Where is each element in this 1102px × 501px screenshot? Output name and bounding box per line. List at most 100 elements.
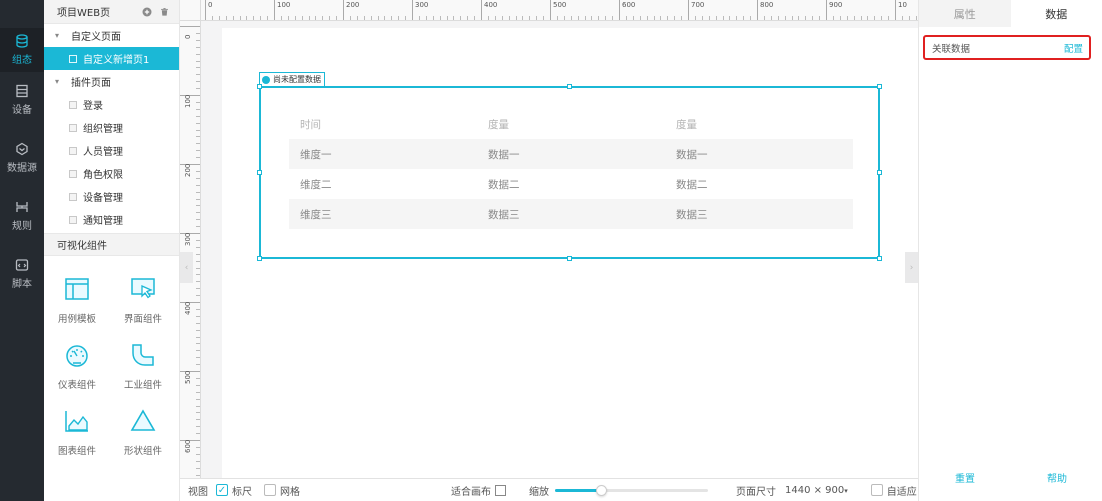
help-button[interactable]: 帮助 (1047, 470, 1067, 485)
ruler-minor-tick (196, 219, 200, 221)
tree-item-custom-page-1[interactable]: 自定义新增页1 (44, 47, 179, 70)
ruler-minor-tick (605, 16, 607, 20)
resize-handle[interactable] (567, 256, 572, 261)
ruler-minor-tick (196, 405, 200, 407)
ruler-minor-tick (777, 16, 779, 20)
component-label: 工业组件 (123, 380, 162, 391)
ruler-minor-tick (722, 16, 724, 20)
ruler-minor-tick (196, 288, 200, 290)
data-table-widget: 时间 度量 度量 维度一 数据一 数据一 维度二 数据二 数据二 维度三 数据三… (289, 109, 853, 229)
ruler-minor-tick (839, 16, 841, 20)
collapse-icon: ▾ (55, 31, 60, 40)
component-industrial[interactable]: 工业组件 (113, 342, 173, 402)
table-cell: 数据一 (488, 148, 520, 161)
ruler-minor-tick (536, 16, 538, 20)
ruler-minor-tick (660, 16, 662, 20)
ruler-minor-tick (805, 16, 807, 20)
tree-item-login[interactable]: 登录 (44, 93, 179, 116)
ruler-minor-tick (646, 16, 648, 20)
add-page-icon[interactable] (142, 7, 152, 17)
ruler-minor-tick (467, 16, 469, 20)
ruler-minor-tick (336, 16, 338, 20)
ruler-minor-tick (196, 226, 200, 228)
tree-item-people[interactable]: 人员管理 (44, 139, 179, 162)
rail-item-device[interactable]: 设备 (0, 78, 44, 122)
tree-item-devices[interactable]: 设备管理 (44, 185, 179, 208)
tab-properties[interactable]: 属性 (919, 0, 1011, 27)
resize-handle[interactable] (877, 84, 882, 89)
zoom-slider-handle[interactable] (595, 484, 607, 496)
tree-group-custom[interactable]: ▾ 自定义页面 (44, 24, 179, 47)
tree-group-plugin[interactable]: ▾ 插件页面 (44, 70, 179, 93)
pipe-icon (132, 344, 154, 366)
horizontal-ruler: 0 100 200 300 400 500 600 700 800 900 10 (201, 0, 918, 21)
component-gauge[interactable]: 仪表组件 (47, 342, 107, 402)
table-cell: 维度二 (300, 178, 332, 191)
ruler-checkbox[interactable]: ✓ (216, 484, 228, 496)
tab-data[interactable]: 数据 (1010, 0, 1102, 27)
tree-item-org[interactable]: 组织管理 (44, 116, 179, 139)
grid-label: 网格 (280, 486, 300, 498)
page-icon (69, 123, 77, 132)
tree-item-label: 人员管理 (83, 147, 123, 158)
ruler-minor-tick (860, 16, 862, 20)
resize-handle[interactable] (257, 170, 262, 175)
ruler-minor-tick (196, 239, 200, 241)
adapt-checkbox[interactable] (870, 484, 883, 496)
rail-item-script[interactable]: 脚本 (0, 252, 44, 296)
ruler-minor-tick (196, 308, 200, 310)
ruler-minor-tick (196, 357, 200, 359)
ruler-minor-tick (743, 16, 745, 20)
ruler-minor-tick (196, 184, 200, 186)
ruler-minor-tick (425, 16, 427, 20)
component-label: 仪表组件 (57, 380, 96, 391)
table-cell: 维度一 (300, 148, 332, 161)
fit-canvas-label[interactable]: 适合画布 (451, 483, 491, 498)
zoom-slider[interactable] (555, 484, 708, 496)
ruler-minor-tick (612, 16, 614, 20)
component-template[interactable]: 用例模板 (47, 276, 107, 336)
delete-icon[interactable] (159, 7, 169, 17)
rail-item-datasource[interactable]: 数据源 (0, 136, 44, 180)
ruler-minor-tick (196, 67, 200, 69)
ruler-minor-tick (196, 398, 200, 400)
ruler-minor-tick (196, 419, 200, 421)
reset-button[interactable]: 重置 (955, 470, 975, 485)
rail-item-rules[interactable]: 规则 (0, 194, 44, 238)
component-ui[interactable]: 界面组件 (113, 276, 173, 336)
resize-handle[interactable] (567, 84, 572, 89)
config-link[interactable]: 配置 (1064, 41, 1083, 55)
rail-item-config[interactable]: 组态 (0, 28, 44, 72)
resize-handle[interactable] (877, 170, 882, 175)
collapse-right-icon[interactable]: › (905, 252, 918, 283)
collapse-left-icon[interactable]: ‹ (180, 252, 193, 283)
component-label: 图表组件 (57, 446, 96, 457)
ruler-minor-tick (432, 16, 434, 20)
ruler-minor-tick (577, 16, 579, 20)
resize-handle[interactable] (257, 84, 262, 89)
tree-item-notify[interactable]: 通知管理 (44, 208, 179, 231)
resize-handle[interactable] (877, 256, 882, 261)
ruler-minor-tick (715, 16, 717, 20)
table-cell: 数据二 (488, 178, 520, 191)
ruler-minor-tick (196, 46, 200, 48)
ruler-minor-tick (729, 16, 731, 20)
page-size-select[interactable]: 1440 × 900▾ (785, 485, 848, 496)
database-stack-icon (16, 34, 28, 48)
ruler-minor-tick (529, 16, 531, 20)
ruler-minor-tick (625, 16, 627, 20)
ruler-minor-tick (196, 88, 200, 90)
resize-handle[interactable] (257, 256, 262, 261)
ruler-minor-tick (196, 177, 200, 179)
tree-item-roles[interactable]: 角色权限 (44, 162, 179, 185)
ruler-minor-tick (253, 16, 255, 20)
component-shape[interactable]: 形状组件 (113, 408, 173, 468)
grid-checkbox[interactable] (264, 484, 276, 496)
ruler-minor-tick (294, 16, 296, 20)
tree-item-label: 角色权限 (83, 170, 123, 181)
ruler-minor-tick (667, 16, 669, 20)
tree-item-label: 组织管理 (83, 124, 123, 135)
table-cell: 数据三 (488, 208, 520, 221)
fit-canvas-icon[interactable] (495, 484, 506, 496)
component-chart[interactable]: 图表组件 (47, 408, 107, 468)
